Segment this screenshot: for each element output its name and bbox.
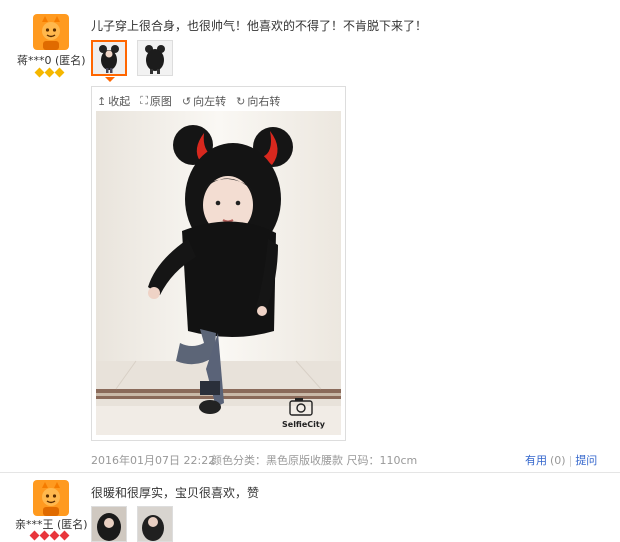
useful-button[interactable]: 有用 — [525, 452, 547, 468]
original-image-button[interactable]: ⛶ 原图 — [140, 93, 172, 109]
rotate-left-label: 向左转 — [193, 95, 227, 108]
diamond-icon — [34, 67, 45, 78]
original-image-label: 原图 — [149, 95, 172, 108]
diamond-icon — [44, 67, 55, 78]
review-text: 儿子穿上很合身，也很帅气！他喜欢的不得了！不肯脱下来了！ — [91, 19, 428, 33]
image-viewer: ↥ 收起 ⛶ 原图 ↺ 向左转 ↻ 向右转 SelfieCity — [91, 86, 346, 441]
review-photo[interactable]: SelfieCity — [96, 111, 341, 435]
heart-icon — [39, 530, 50, 541]
reviewer-name: 蒋***0 (匿名) — [17, 54, 86, 67]
reviewer-avatar — [33, 480, 69, 519]
reviewer-level-badge — [34, 67, 65, 78]
collapse-icon: ↥ — [97, 94, 107, 108]
viewer-toolbar: ↥ 收起 ⛶ 原图 ↺ 向左转 ↻ 向右转 — [97, 93, 280, 109]
review-thumbnail[interactable] — [137, 40, 173, 76]
thumbnail-image — [138, 41, 172, 75]
review-thumbnail[interactable] — [91, 506, 127, 542]
ask-question-link[interactable]: 提问 — [575, 452, 597, 468]
review-date: 2016年01月07日 22:22 — [91, 454, 216, 467]
avatar-icon — [33, 14, 69, 50]
action-separator: | — [568, 453, 573, 467]
collapse-label: 收起 — [108, 95, 131, 108]
review-thumbnail[interactable] — [137, 506, 173, 542]
rotate-left-button[interactable]: ↺ 向左转 — [182, 93, 226, 109]
reviewer-avatar — [33, 14, 69, 53]
rotate-right-label: 向右转 — [247, 95, 281, 108]
heart-icon — [29, 530, 40, 541]
review-actions: 有用 (0) | 提问 — [525, 452, 597, 468]
thumbnail-image — [138, 507, 172, 541]
thumbnail-image — [92, 507, 126, 541]
review-thumbnail[interactable] — [91, 40, 127, 76]
diamond-icon — [54, 67, 65, 78]
review-text: 很暖和很厚实，宝贝很喜欢，赞 — [91, 486, 260, 500]
rotate-left-icon: ↺ — [181, 94, 192, 108]
rotate-right-button[interactable]: ↻ 向右转 — [236, 93, 280, 109]
heart-icon — [49, 530, 60, 541]
watermark-text: SelfieCity — [282, 420, 326, 429]
thumbnail-pointer — [105, 77, 115, 82]
avatar-icon — [33, 480, 69, 516]
useful-count: (0) — [550, 453, 566, 467]
heart-icon — [59, 530, 70, 541]
review-divider — [0, 472, 620, 473]
rotate-right-icon: ↻ — [236, 94, 246, 108]
reviewer-name: 亲***王 (匿名) — [15, 518, 88, 531]
product-spec: 颜色分类：黑色原版收腰款 尺码：110cm — [211, 454, 418, 467]
collapse-button[interactable]: ↥ 收起 — [97, 93, 130, 109]
expand-icon: ⛶ — [140, 94, 148, 107]
reviewer-level-badge — [29, 530, 70, 541]
thumbnail-image — [93, 42, 125, 74]
